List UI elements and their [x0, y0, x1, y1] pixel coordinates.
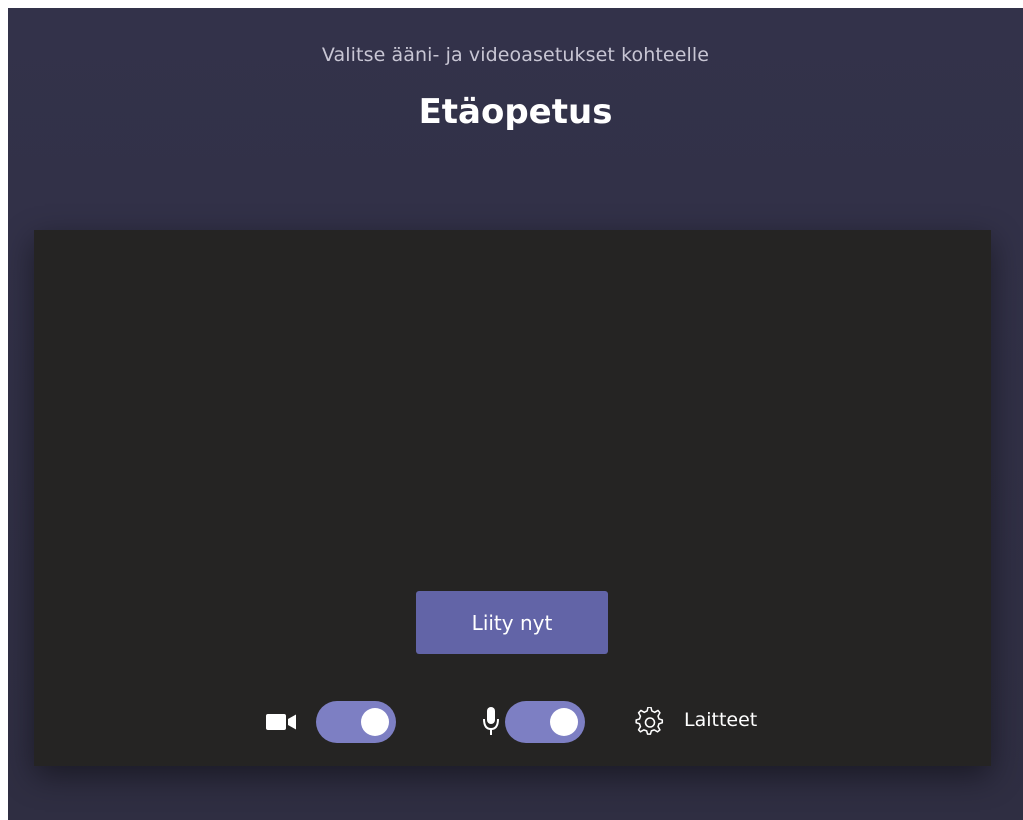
meeting-title: Etäopetus [418, 92, 613, 132]
toggle-knob [550, 708, 578, 736]
video-preview: Liity nyt Laitteet [34, 230, 991, 766]
page-subtitle: Valitse ääni- ja videoasetukset kohteell… [321, 44, 710, 66]
devices-button[interactable]: Laitteet [634, 700, 774, 744]
gear-icon [635, 707, 664, 735]
camera-toggle[interactable] [316, 701, 396, 743]
join-now-button[interactable]: Liity nyt [416, 591, 608, 654]
toggle-knob [361, 708, 389, 736]
microphone-toggle[interactable] [505, 701, 585, 743]
av-controls-bar: Laitteet [34, 700, 991, 744]
microphone-icon [483, 707, 499, 735]
pre-join-screen: Valitse ääni- ja videoasetukset kohteell… [8, 8, 1023, 820]
video-camera-icon [266, 714, 296, 730]
devices-label: Laitteet [684, 709, 758, 731]
